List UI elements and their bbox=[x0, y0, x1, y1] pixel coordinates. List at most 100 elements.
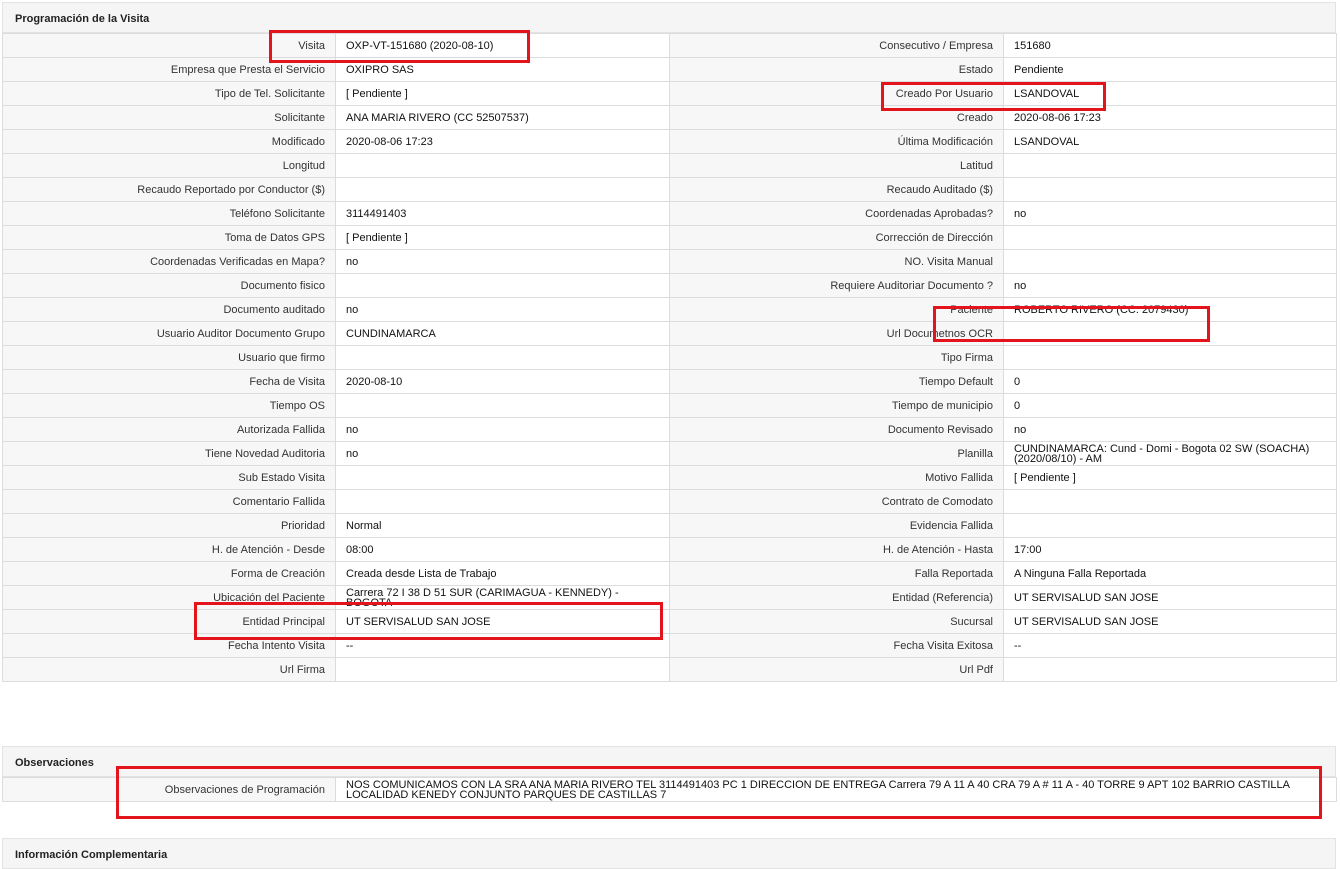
complementary-section-title: Información Complementaria bbox=[2, 838, 1336, 869]
field-label: Creado bbox=[669, 105, 1004, 130]
field-value: 0 bbox=[1003, 393, 1337, 418]
detail-row: H. de Atención - Desde 08:00 H. de Atenció… bbox=[2, 537, 1337, 562]
field-value bbox=[1003, 657, 1337, 682]
field-value: 3114491403 bbox=[335, 201, 670, 226]
field-label: Autorizada Fallida bbox=[2, 417, 336, 442]
field-label: Recaudo Reportado por Conductor ($) bbox=[2, 177, 336, 202]
field-label: Contrato de Comodato bbox=[669, 489, 1004, 514]
field-label: Tiempo OS bbox=[2, 393, 336, 418]
field-label: Entidad Principal bbox=[2, 609, 336, 634]
detail-row: Tipo de Tel. Solicitante[ Pendiente ] Cre… bbox=[2, 81, 1337, 106]
field-value: no bbox=[1003, 273, 1337, 298]
detail-row: Tiene Novedad Auditoria no Planilla CUNDIN… bbox=[2, 441, 1337, 466]
field-label: Empresa que Presta el Servicio bbox=[2, 57, 336, 82]
field-value: 151680 bbox=[1003, 33, 1337, 58]
detail-row: Fecha de Visita 2020-08-10 Tiempo Default… bbox=[2, 369, 1337, 394]
detail-row: Entidad Principal UT SERVISALUD SAN JOSE S… bbox=[2, 609, 1337, 634]
field-label: Tipo Firma bbox=[669, 345, 1004, 370]
field-label: Última Modificación bbox=[669, 129, 1004, 154]
field-value: no bbox=[335, 441, 670, 466]
field-label: NO. Visita Manual bbox=[669, 249, 1004, 274]
field-value bbox=[1003, 225, 1337, 250]
field-value: 08:00 bbox=[335, 537, 670, 562]
field-label: Tiempo de municipio bbox=[669, 393, 1004, 418]
field-value bbox=[335, 393, 670, 418]
field-value: no bbox=[335, 249, 670, 274]
field-value: UT SERVISALUD SAN JOSE bbox=[335, 609, 670, 634]
field-label: Documento Revisado bbox=[669, 417, 1004, 442]
field-label: Sub Estado Visita bbox=[2, 465, 336, 490]
field-value: OXIPRO SAS bbox=[335, 57, 670, 82]
field-label: Ubicación del Paciente bbox=[2, 585, 336, 610]
field-label: Entidad (Referencia) bbox=[669, 585, 1004, 610]
field-value: Creada desde Lista de Trabajo bbox=[335, 561, 670, 586]
field-label: Solicitante bbox=[2, 105, 336, 130]
field-label: Sucursal bbox=[669, 609, 1004, 634]
field-value: -- bbox=[335, 633, 670, 658]
field-label: Tiene Novedad Auditoria bbox=[2, 441, 336, 466]
visit-section-title: Programación de la Visita bbox=[2, 2, 1336, 33]
detail-row: Modificado 2020-08-06 17:23 Última Modific… bbox=[2, 129, 1337, 154]
field-label: Teléfono Solicitante bbox=[2, 201, 336, 226]
detail-row: Longitud Latitud bbox=[2, 153, 1337, 178]
field-value: 0 bbox=[1003, 369, 1337, 394]
detail-row: Url Firma Url Pdf bbox=[2, 657, 1337, 682]
detail-row: Solicitante ANA MARIA RIVERO (CC 52507537… bbox=[2, 105, 1337, 130]
field-value bbox=[1003, 513, 1337, 538]
observations-label: Observaciones de Programación bbox=[2, 777, 336, 802]
field-label: Evidencia Fallida bbox=[669, 513, 1004, 538]
field-value: UT SERVISALUD SAN JOSE bbox=[1003, 609, 1337, 634]
field-label: Recaudo Auditado ($) bbox=[669, 177, 1004, 202]
field-value: LSANDOVAL bbox=[1003, 81, 1337, 106]
field-value bbox=[335, 657, 670, 682]
field-label: Latitud bbox=[669, 153, 1004, 178]
field-value: no bbox=[1003, 417, 1337, 442]
detail-row: Documento fisico Requiere Auditoriar Docu… bbox=[2, 273, 1337, 298]
field-value: Carrera 72 I 38 D 51 SUR (CARIMAGUA - KE… bbox=[335, 585, 670, 610]
detail-row: Usuario que firmo Tipo Firma bbox=[2, 345, 1337, 370]
detail-row: Recaudo Reportado por Conductor ($) Recau… bbox=[2, 177, 1337, 202]
field-label: Fecha Intento Visita bbox=[2, 633, 336, 658]
field-label: Fecha de Visita bbox=[2, 369, 336, 394]
field-label: Fecha Visita Exitosa bbox=[669, 633, 1004, 658]
detail-row: Fecha Intento Visita -- Fecha Visita Exit… bbox=[2, 633, 1337, 658]
field-label: H. de Atención - Desde bbox=[2, 537, 336, 562]
complementary-panel: Información Complementaria bbox=[2, 838, 1336, 869]
field-label: Coordenadas Aprobadas? bbox=[669, 201, 1004, 226]
field-value: 2020-08-10 bbox=[335, 369, 670, 394]
observations-section-title: Observaciones bbox=[2, 746, 1336, 777]
field-value bbox=[1003, 489, 1337, 514]
field-label: Toma de Datos GPS bbox=[2, 225, 336, 250]
field-value: 2020-08-06 17:23 bbox=[1003, 105, 1337, 130]
detail-row: Autorizada Fallida no Documento Revisado … bbox=[2, 417, 1337, 442]
detail-row: Empresa que Presta el Servicio OXIPRO SAS… bbox=[2, 57, 1337, 82]
field-label: Estado bbox=[669, 57, 1004, 82]
detail-row: Coordenadas Verificadas en Mapa? no NO. V… bbox=[2, 249, 1337, 274]
field-value bbox=[335, 177, 670, 202]
visit-details-table: Visita OXP-VT-151680 (2020-08-10) Consecut… bbox=[2, 33, 1337, 682]
detail-row: Documento auditado no Paciente ROBERTO RIV… bbox=[2, 297, 1337, 322]
field-value bbox=[335, 465, 670, 490]
field-value bbox=[1003, 153, 1337, 178]
field-value: 17:00 bbox=[1003, 537, 1337, 562]
field-value: -- bbox=[1003, 633, 1337, 658]
field-label: Longitud bbox=[2, 153, 336, 178]
field-value: no bbox=[335, 297, 670, 322]
field-label: Paciente bbox=[669, 297, 1004, 322]
field-label: Forma de Creación bbox=[2, 561, 336, 586]
field-label: Corrección de Dirección bbox=[669, 225, 1004, 250]
visit-panel: Programación de la Visita Visita OXP-VT-1… bbox=[2, 2, 1337, 682]
field-label: Documento auditado bbox=[2, 297, 336, 322]
field-label: Visita bbox=[2, 33, 336, 58]
field-label: Requiere Auditoriar Documento ? bbox=[669, 273, 1004, 298]
field-label: Tipo de Tel. Solicitante bbox=[2, 81, 336, 106]
field-value: [ Pendiente ] bbox=[1003, 465, 1337, 490]
field-value bbox=[335, 273, 670, 298]
field-value bbox=[1003, 345, 1337, 370]
observations-value: NOS COMUNICAMOS CON LA SRA ANA MARIA RIV… bbox=[335, 777, 1337, 802]
field-value bbox=[1003, 249, 1337, 274]
observations-panel: Observaciones Observaciones de Programac… bbox=[2, 746, 1337, 802]
field-value: Pendiente bbox=[1003, 57, 1337, 82]
field-label: Documento fisico bbox=[2, 273, 336, 298]
field-value bbox=[335, 345, 670, 370]
